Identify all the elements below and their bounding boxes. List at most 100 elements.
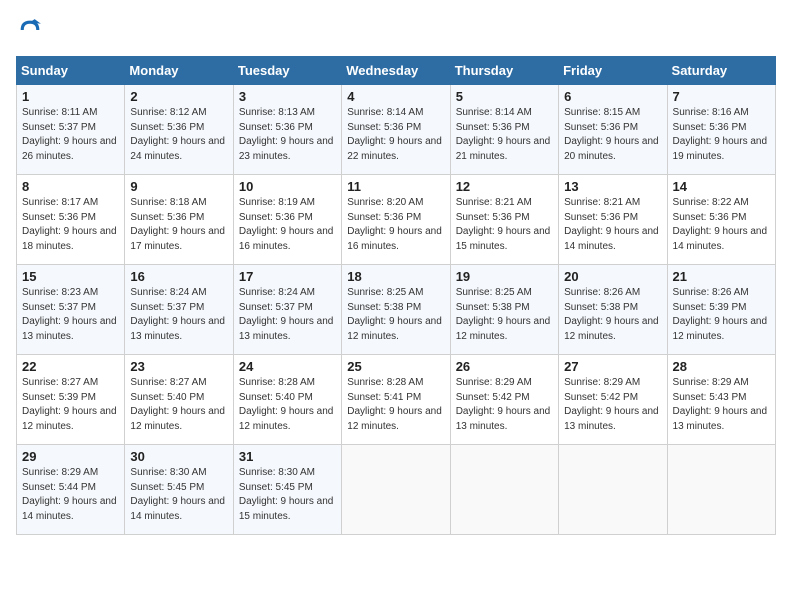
day-detail: Sunrise: 8:28 AMSunset: 5:40 PMDaylight:… [239,377,334,432]
logo [16,16,48,44]
calendar-cell: 9 Sunrise: 8:18 AMSunset: 5:36 PMDayligh… [125,175,233,265]
day-detail: Sunrise: 8:18 AMSunset: 5:36 PMDaylight:… [130,197,225,252]
day-number: 31 [239,449,336,464]
calendar-cell: 30 Sunrise: 8:30 AMSunset: 5:45 PMDaylig… [125,445,233,535]
day-detail: Sunrise: 8:26 AMSunset: 5:39 PMDaylight:… [673,287,768,342]
day-number: 26 [456,359,553,374]
day-number: 25 [347,359,444,374]
day-detail: Sunrise: 8:28 AMSunset: 5:41 PMDaylight:… [347,377,442,432]
day-detail: Sunrise: 8:29 AMSunset: 5:44 PMDaylight:… [22,467,117,522]
day-detail: Sunrise: 8:29 AMSunset: 5:43 PMDaylight:… [673,377,768,432]
calendar-cell: 8 Sunrise: 8:17 AMSunset: 5:36 PMDayligh… [17,175,125,265]
calendar-cell: 7 Sunrise: 8:16 AMSunset: 5:36 PMDayligh… [667,85,775,175]
calendar-cell: 19 Sunrise: 8:25 AMSunset: 5:38 PMDaylig… [450,265,558,355]
calendar-week-3: 15 Sunrise: 8:23 AMSunset: 5:37 PMDaylig… [17,265,776,355]
calendar-cell: 2 Sunrise: 8:12 AMSunset: 5:36 PMDayligh… [125,85,233,175]
day-number: 5 [456,89,553,104]
day-detail: Sunrise: 8:17 AMSunset: 5:36 PMDaylight:… [22,197,117,252]
day-number: 16 [130,269,227,284]
day-detail: Sunrise: 8:24 AMSunset: 5:37 PMDaylight:… [239,287,334,342]
day-detail: Sunrise: 8:25 AMSunset: 5:38 PMDaylight:… [456,287,551,342]
day-number: 7 [673,89,770,104]
day-detail: Sunrise: 8:29 AMSunset: 5:42 PMDaylight:… [456,377,551,432]
calendar-cell: 12 Sunrise: 8:21 AMSunset: 5:36 PMDaylig… [450,175,558,265]
weekday-header-tuesday: Tuesday [233,57,341,85]
day-detail: Sunrise: 8:25 AMSunset: 5:38 PMDaylight:… [347,287,442,342]
day-detail: Sunrise: 8:11 AMSunset: 5:37 PMDaylight:… [22,107,117,162]
day-number: 24 [239,359,336,374]
day-number: 11 [347,179,444,194]
weekday-header-saturday: Saturday [667,57,775,85]
calendar-cell: 13 Sunrise: 8:21 AMSunset: 5:36 PMDaylig… [559,175,667,265]
calendar-week-2: 8 Sunrise: 8:17 AMSunset: 5:36 PMDayligh… [17,175,776,265]
day-number: 18 [347,269,444,284]
header [16,16,776,44]
day-number: 12 [456,179,553,194]
calendar-cell: 5 Sunrise: 8:14 AMSunset: 5:36 PMDayligh… [450,85,558,175]
day-number: 20 [564,269,661,284]
calendar-cell: 24 Sunrise: 8:28 AMSunset: 5:40 PMDaylig… [233,355,341,445]
day-number: 30 [130,449,227,464]
day-number: 19 [456,269,553,284]
day-detail: Sunrise: 8:27 AMSunset: 5:40 PMDaylight:… [130,377,225,432]
calendar-cell: 1 Sunrise: 8:11 AMSunset: 5:37 PMDayligh… [17,85,125,175]
calendar-cell: 23 Sunrise: 8:27 AMSunset: 5:40 PMDaylig… [125,355,233,445]
day-number: 6 [564,89,661,104]
day-number: 8 [22,179,119,194]
calendar-cell [342,445,450,535]
calendar-week-1: 1 Sunrise: 8:11 AMSunset: 5:37 PMDayligh… [17,85,776,175]
day-number: 22 [22,359,119,374]
calendar-cell: 26 Sunrise: 8:29 AMSunset: 5:42 PMDaylig… [450,355,558,445]
calendar-cell [667,445,775,535]
day-number: 17 [239,269,336,284]
calendar-cell: 28 Sunrise: 8:29 AMSunset: 5:43 PMDaylig… [667,355,775,445]
day-detail: Sunrise: 8:20 AMSunset: 5:36 PMDaylight:… [347,197,442,252]
day-number: 4 [347,89,444,104]
day-number: 14 [673,179,770,194]
calendar-week-5: 29 Sunrise: 8:29 AMSunset: 5:44 PMDaylig… [17,445,776,535]
day-number: 13 [564,179,661,194]
calendar-cell: 11 Sunrise: 8:20 AMSunset: 5:36 PMDaylig… [342,175,450,265]
calendar-cell: 3 Sunrise: 8:13 AMSunset: 5:36 PMDayligh… [233,85,341,175]
day-detail: Sunrise: 8:22 AMSunset: 5:36 PMDaylight:… [673,197,768,252]
day-number: 15 [22,269,119,284]
weekday-header-monday: Monday [125,57,233,85]
calendar-cell: 27 Sunrise: 8:29 AMSunset: 5:42 PMDaylig… [559,355,667,445]
calendar-cell: 14 Sunrise: 8:22 AMSunset: 5:36 PMDaylig… [667,175,775,265]
day-detail: Sunrise: 8:30 AMSunset: 5:45 PMDaylight:… [130,467,225,522]
day-number: 23 [130,359,227,374]
calendar-table: SundayMondayTuesdayWednesdayThursdayFrid… [16,56,776,535]
day-detail: Sunrise: 8:27 AMSunset: 5:39 PMDaylight:… [22,377,117,432]
weekday-header-wednesday: Wednesday [342,57,450,85]
calendar-cell: 31 Sunrise: 8:30 AMSunset: 5:45 PMDaylig… [233,445,341,535]
calendar-cell: 15 Sunrise: 8:23 AMSunset: 5:37 PMDaylig… [17,265,125,355]
calendar-cell: 25 Sunrise: 8:28 AMSunset: 5:41 PMDaylig… [342,355,450,445]
calendar-cell: 4 Sunrise: 8:14 AMSunset: 5:36 PMDayligh… [342,85,450,175]
day-number: 3 [239,89,336,104]
weekday-header-friday: Friday [559,57,667,85]
calendar-cell: 10 Sunrise: 8:19 AMSunset: 5:36 PMDaylig… [233,175,341,265]
calendar-header: SundayMondayTuesdayWednesdayThursdayFrid… [17,57,776,85]
day-detail: Sunrise: 8:14 AMSunset: 5:36 PMDaylight:… [456,107,551,162]
calendar-cell [450,445,558,535]
weekday-header-thursday: Thursday [450,57,558,85]
day-detail: Sunrise: 8:24 AMSunset: 5:37 PMDaylight:… [130,287,225,342]
day-detail: Sunrise: 8:19 AMSunset: 5:36 PMDaylight:… [239,197,334,252]
day-number: 2 [130,89,227,104]
calendar-cell: 22 Sunrise: 8:27 AMSunset: 5:39 PMDaylig… [17,355,125,445]
day-detail: Sunrise: 8:21 AMSunset: 5:36 PMDaylight:… [456,197,551,252]
calendar-body: 1 Sunrise: 8:11 AMSunset: 5:37 PMDayligh… [17,85,776,535]
day-detail: Sunrise: 8:16 AMSunset: 5:36 PMDaylight:… [673,107,768,162]
day-number: 27 [564,359,661,374]
calendar-cell: 18 Sunrise: 8:25 AMSunset: 5:38 PMDaylig… [342,265,450,355]
calendar-cell: 29 Sunrise: 8:29 AMSunset: 5:44 PMDaylig… [17,445,125,535]
day-number: 1 [22,89,119,104]
day-detail: Sunrise: 8:29 AMSunset: 5:42 PMDaylight:… [564,377,659,432]
calendar-cell: 21 Sunrise: 8:26 AMSunset: 5:39 PMDaylig… [667,265,775,355]
day-detail: Sunrise: 8:14 AMSunset: 5:36 PMDaylight:… [347,107,442,162]
calendar-cell: 17 Sunrise: 8:24 AMSunset: 5:37 PMDaylig… [233,265,341,355]
day-detail: Sunrise: 8:21 AMSunset: 5:36 PMDaylight:… [564,197,659,252]
calendar-cell: 6 Sunrise: 8:15 AMSunset: 5:36 PMDayligh… [559,85,667,175]
weekday-header-sunday: Sunday [17,57,125,85]
day-detail: Sunrise: 8:23 AMSunset: 5:37 PMDaylight:… [22,287,117,342]
